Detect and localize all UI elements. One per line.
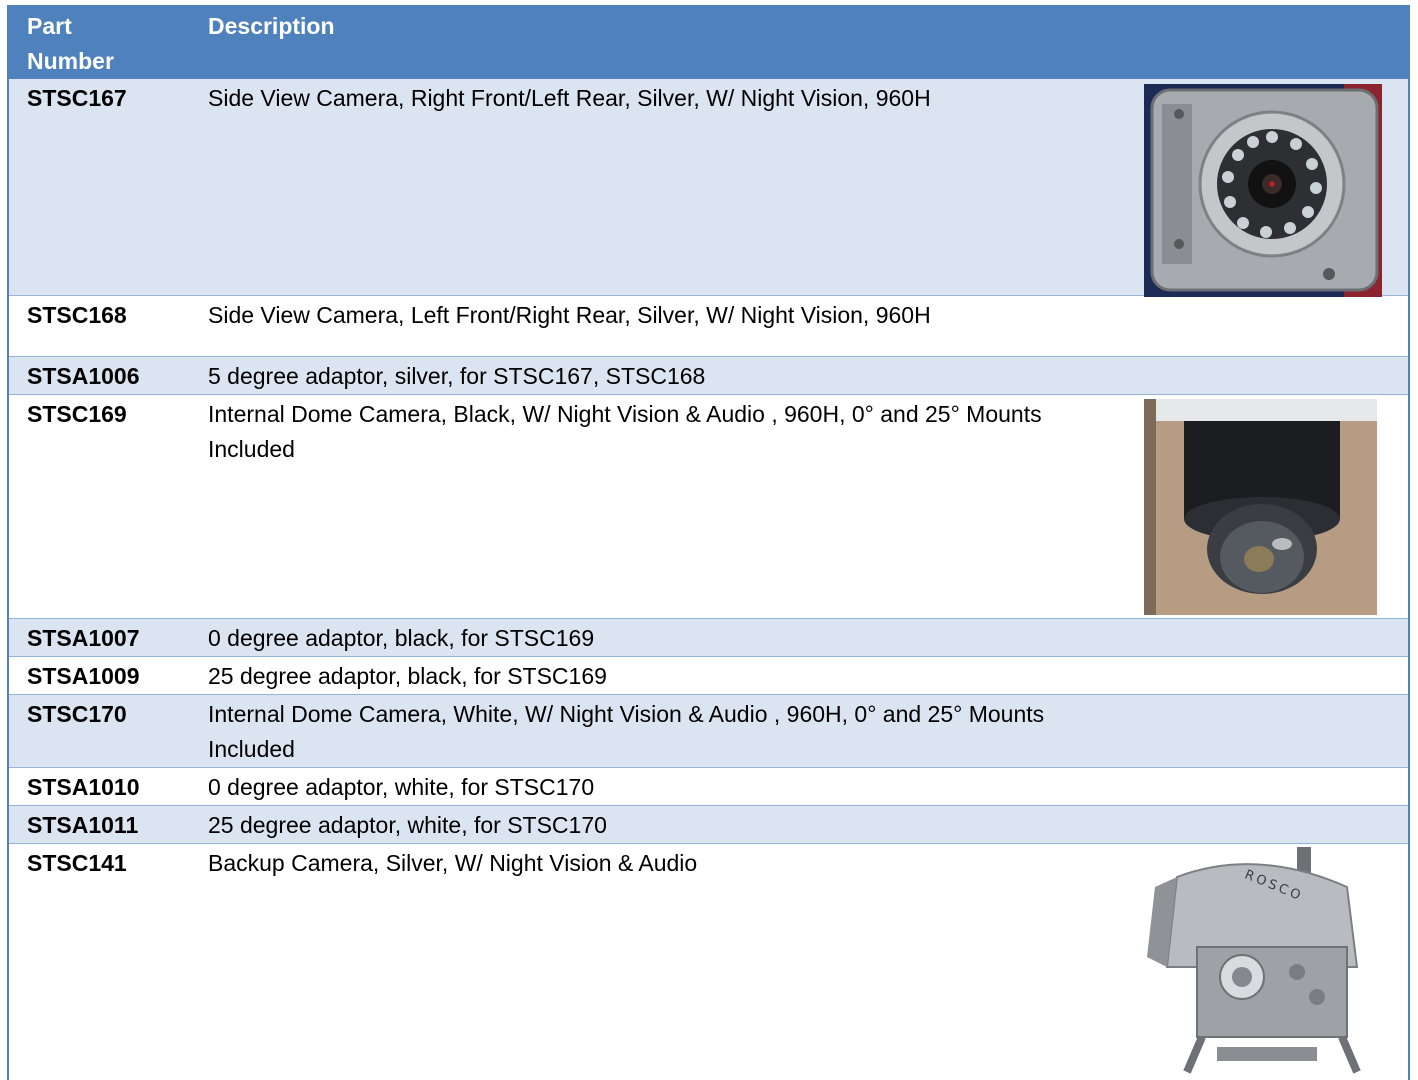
description-cell: 0 degree adaptor, black, for STSC169 [208,624,595,651]
table-row: STSC169 Internal Dome Camera, Black, W/ … [9,394,1408,618]
part-number-cell: STSA1007 [27,624,140,651]
part-number-cell: STSC167 [27,85,127,111]
table-row: STSA1011 25 degree adaptor, white, for S… [9,805,1408,843]
description-cell: 5 degree adaptor, silver, for STSC167, S… [208,362,706,389]
table-row: STSA1009 25 degree adaptor, black, for S… [9,656,1408,694]
header-part-number: Part Number [27,13,114,74]
part-number-cell: STSA1011 [27,811,139,838]
part-number-cell: STSC169 [27,400,127,427]
image-cell [1109,805,1408,843]
image-cell [1109,694,1408,767]
part-number-cell: STSC141 [27,849,127,876]
image-cell [1109,79,1408,297]
part-number-cell: STSA1010 [27,773,140,800]
dome-camera-photo [1144,398,1377,615]
image-cell [1109,618,1408,656]
header-image [1109,7,1408,79]
table-row: STSC141 Backup Camera, Silver, W/ Night … [9,843,1408,1080]
description-cell: Side View Camera, Right Front/Left Rear,… [208,85,931,111]
description-cell: Backup Camera, Silver, W/ Night Vision &… [208,849,698,876]
description-cell: 25 degree adaptor, white, for STSC170 [208,811,607,838]
table-row: STSA1010 0 degree adaptor, white, for ST… [9,767,1408,805]
image-cell [1109,394,1408,618]
parts-table: Part Number Description STSC167 Side Vie… [9,7,1408,1080]
table-row: STSA1006 5 degree adaptor, silver, for S… [9,356,1408,394]
description-cell: Side View Camera, Left Front/Right Rear,… [208,301,931,328]
side-view-camera-photo [1144,84,1382,297]
description-cell: 25 degree adaptor, black, for STSC169 [208,662,607,689]
part-number-cell: STSA1006 [27,362,140,389]
part-number-cell: STSC170 [27,700,127,727]
table-row: STSC168 Side View Camera, Left Front/Rig… [9,295,1408,356]
parts-table-sheet: Part Number Description STSC167 Side Vie… [7,5,1410,1080]
header-description: Description [208,13,335,39]
description-cell: 0 degree adaptor, white, for STSC170 [208,773,595,800]
table-row: STSA1007 0 degree adaptor, black, for ST… [9,618,1408,656]
table-row: STSC170 Internal Dome Camera, White, W/ … [9,694,1408,767]
description-cell: Internal Dome Camera, Black, W/ Night Vi… [208,400,1042,462]
image-cell: ROSCO [1109,843,1408,1080]
description-cell: Internal Dome Camera, White, W/ Night Vi… [208,700,1045,762]
backup-camera-photo: ROSCO [1147,846,1373,1080]
part-number-cell: STSA1009 [27,662,140,689]
table-row: STSC167 Side View Camera, Right Front/Le… [9,79,1408,297]
image-cell [1109,295,1408,356]
image-cell [1109,356,1408,394]
table-header-row: Part Number Description [9,7,1408,79]
part-number-cell: STSC168 [27,301,127,328]
image-cell [1109,767,1408,805]
image-cell [1109,656,1408,694]
